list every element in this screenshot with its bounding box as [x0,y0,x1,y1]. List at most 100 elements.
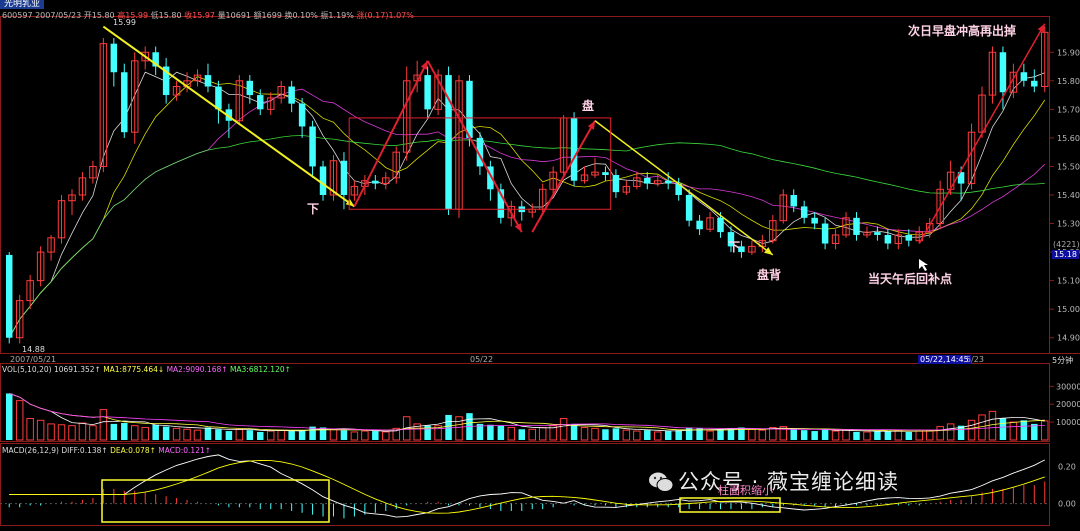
quote-code: 600597 [2,11,33,20]
volume-bar [853,431,860,440]
volume-bar [559,418,568,441]
price-tick-label: 15.70 [1057,105,1080,114]
volume-bar [455,416,463,441]
vol-ma2: MA2:9090.168↑ [166,365,228,374]
volume-bar [925,429,934,441]
volume-bar [89,425,97,441]
time-mid-label: 05/22 [470,355,494,364]
candle-body [999,52,1007,93]
volume-bar [141,426,149,441]
volume-bar [57,424,66,441]
volume-bar [967,419,976,441]
macd-diff: DIFF:0.138↑ [61,446,108,455]
macd-tick-label: 0.20 [1058,463,1076,472]
red-arrow-down-1 [426,60,523,233]
vol-title: VOL(5,10,20) [2,365,52,374]
price-tick-label: 15.40 [1057,191,1080,200]
vol-value: 10691.352↑ [53,365,101,374]
volume-bar [47,423,55,441]
macd-area-box-2 [679,497,781,513]
volume-bar [622,429,631,441]
volume-bar [748,428,756,441]
yellow-arrow-down-2-head [764,247,773,255]
volume-bar [874,431,881,440]
candle-body [717,217,724,233]
low-mark-label: 14.88 [22,345,45,354]
time-cursor-tag: 05/22,14:45 [918,355,971,364]
volume-bar [570,423,578,440]
volume-bar [758,429,767,441]
volume-bar [905,431,913,440]
quote-turnover: 换0.10% [284,11,318,20]
volume-bar [978,414,986,441]
volume-bar [361,430,369,441]
candle-body [215,86,222,110]
volume-bar [685,427,693,440]
annotation-down-1: 下 [307,202,320,216]
volume-bar [15,400,24,441]
candle-body [884,234,892,244]
volume-bar [193,429,202,441]
price-tick-label: 15.80 [1057,77,1080,86]
candle-body [874,232,881,235]
volume-bar [884,431,892,440]
volume-bar [497,425,505,440]
quote-amount: 额1699 [253,11,282,20]
volume-bar [204,427,212,440]
volume-tick-label: 20000 [1056,400,1080,409]
candle-body [602,172,609,176]
volume-bar [266,430,275,441]
volume-bar [183,428,191,441]
volume-bar [800,430,808,440]
volume-bar [1041,420,1049,441]
volume-bar [257,431,264,440]
candle-body [1031,80,1038,87]
volume-bar [215,429,222,440]
quote-change: 涨(0.17)1.07% [356,11,414,20]
watermark-text: 公众号 · 薇宝缠论细读 [678,470,900,494]
volume-header: VOL(5,10,20) 10691.352↑ MA1:8775.464↓ MA… [2,365,291,374]
candle-body [372,180,379,184]
volume-bar [340,430,348,440]
volume-bar [225,431,233,440]
volume-bar [580,426,589,441]
volume-bar [946,423,955,441]
time-left-label: 2007/05/21 [10,355,57,364]
volume-bar [863,431,871,441]
price-badge: (4221) [1053,240,1080,249]
vol-ma1: MA1:8775.464↓ [103,365,165,374]
candle-body [257,95,264,110]
annotation-next-day: 次日早盘冲高再出掉 [908,24,1017,38]
price-tick-label: 14.90 [1057,334,1080,343]
volume-bar [288,431,295,440]
macd-value: MACD:0.121↑ [158,446,212,455]
volume-bar [915,430,923,441]
red-arrow-up-1 [353,60,429,207]
volume-bar [246,430,254,440]
candle-body [685,194,693,221]
volume-bar [131,425,139,441]
volume-bar [99,409,108,441]
price-tick-label: 15.50 [1057,162,1080,171]
quote-open: 开15.80 [83,11,115,20]
price-tick-label: 15.90 [1057,48,1080,57]
volume-bar [644,430,651,440]
volume-bar [372,431,379,440]
macd-title: MACD(26,12,9) [2,446,59,455]
annotation-down-2: 下 [728,240,741,254]
candle-body [853,217,860,235]
volume-bar [298,430,306,440]
candle-body [319,166,327,195]
volume-bar [36,419,45,441]
volume-bar [5,393,13,440]
volume-bar [811,431,818,440]
volume-bar [633,430,641,441]
macd-header: MACD(26,12,9) DIFF:0.138↑ DEA:0.078↑ MAC… [2,446,211,455]
candle-body [340,160,348,195]
volume-tick-label: 10000 [1056,418,1080,427]
volume-ma20-line [9,393,1045,431]
price-tick-label: 15.00 [1057,305,1080,314]
volume-bar [831,430,840,441]
volume-bar [1020,420,1028,440]
volume-bar [277,429,285,441]
